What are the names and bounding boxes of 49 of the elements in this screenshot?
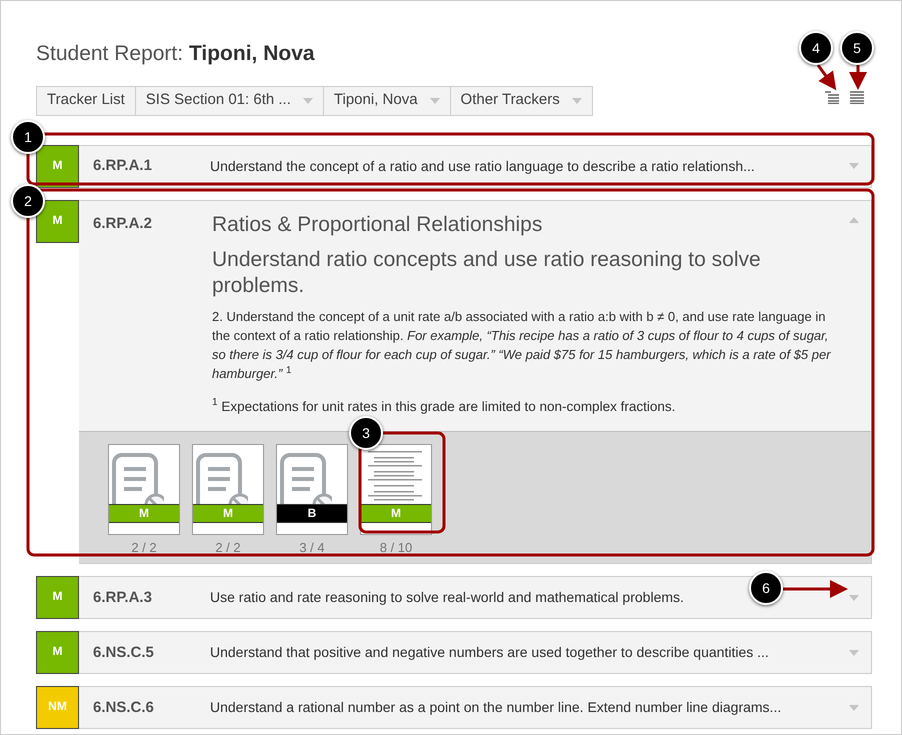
caret-icon [849, 594, 859, 601]
evidence-thumbnail[interactable]: B [276, 444, 348, 535]
standard-code: 6.NS.C.6 [93, 698, 155, 718]
grade-badge: M [36, 576, 79, 620]
callout-number: 1 [11, 120, 45, 154]
domain-heading: Ratios & Proportional Relationships [212, 212, 544, 238]
standard-code: 6.RP.A.1 [93, 156, 153, 176]
standard-description: 2. Understand the concept of a unit rate a/b associated with a ratio a:b with b ≠ 0, and use rate language in the context of a ratio relationship. For example, “This recipe has a ratio of 3 cups of flour to 4 cups of sugar, so there is 3/4 cup of flour for each cup of sugar.” “We paid $75 for 15 hamburgers, which is a rate of $5 per hamburger.” $^{1}$ [212, 308, 832, 382]
standard-summary: Understand that positive and negative numbers are used together to describe quantities ... [210, 643, 769, 662]
caret-icon [849, 704, 859, 711]
annotation-arrow [816, 64, 836, 90]
footnote-text: $^{1}$ Expectations for unit rates in this grade are limited to non-complex fractions. [212, 396, 676, 416]
cluster-heading: Understand ratio concepts and use ratio reasoning to solve problems. [212, 246, 762, 298]
grade-badge: NM [36, 686, 79, 730]
grade-label: B [277, 504, 347, 523]
standard-row[interactable]: 6.NS.C.6 Understand a rational number as a point on the number line. Extend number line diagrams... [79, 686, 872, 730]
grade-label: M [109, 504, 179, 523]
breadcrumb-button[interactable]: Other Trackers [450, 86, 593, 116]
callout-number: 2 [11, 184, 45, 218]
grade-label: M [193, 504, 263, 523]
score-text: 2 / 2 [131, 538, 157, 557]
callout-number: 4 [799, 31, 833, 65]
caret-icon [849, 163, 859, 169]
grade-badge: M [36, 631, 79, 674]
standard-summary: Understand a rational number as a point on the number line. Extend number line diagrams... [210, 698, 782, 718]
callout-number: 5 [840, 31, 874, 65]
score-text: 2 / 2 [215, 538, 241, 557]
caret-icon [849, 216, 859, 222]
breadcrumb-button[interactable]: Tiponi, Nova [324, 86, 451, 116]
page-title: Student Report: Tiponi, Nova [36, 41, 315, 67]
grade-badge: M [36, 144, 79, 188]
standard-row[interactable]: 6.NS.C.5 Understand that positive and negative numbers are used together to describe quantities ... [79, 631, 872, 674]
grade-badge: M [36, 200, 79, 242]
standard-code: 6.RP.A.3 [93, 588, 153, 608]
expand-list-icon[interactable] [850, 91, 864, 104]
collapse-list-icon[interactable] [825, 91, 839, 104]
standard-row[interactable]: 6.RP.A.1 Understand the concept of a ratio and use ratio language to describe a ratio relationsh... [79, 144, 872, 188]
score-text: 3 / 4 [299, 538, 325, 557]
grade-label: M [361, 504, 431, 523]
standard-summary: Understand the concept of a ratio and use ratio language to describe a ratio relationsh... [210, 156, 755, 176]
breadcrumb-button[interactable]: SIS Section 01: 6th ... [136, 86, 324, 116]
caret-icon [849, 650, 859, 656]
standard-code: 6.NS.C.5 [93, 642, 155, 662]
annotation-arrow [849, 65, 867, 90]
annotation-arrow [783, 580, 848, 598]
standard-code: 6.RP.A.2 [93, 214, 153, 234]
score-text: 8 / 10 [380, 538, 412, 557]
standard-summary: Use ratio and rate reasoning to solve real-world and mathematical problems. [210, 588, 684, 608]
breadcrumb-button[interactable]: Tracker List [36, 86, 136, 116]
